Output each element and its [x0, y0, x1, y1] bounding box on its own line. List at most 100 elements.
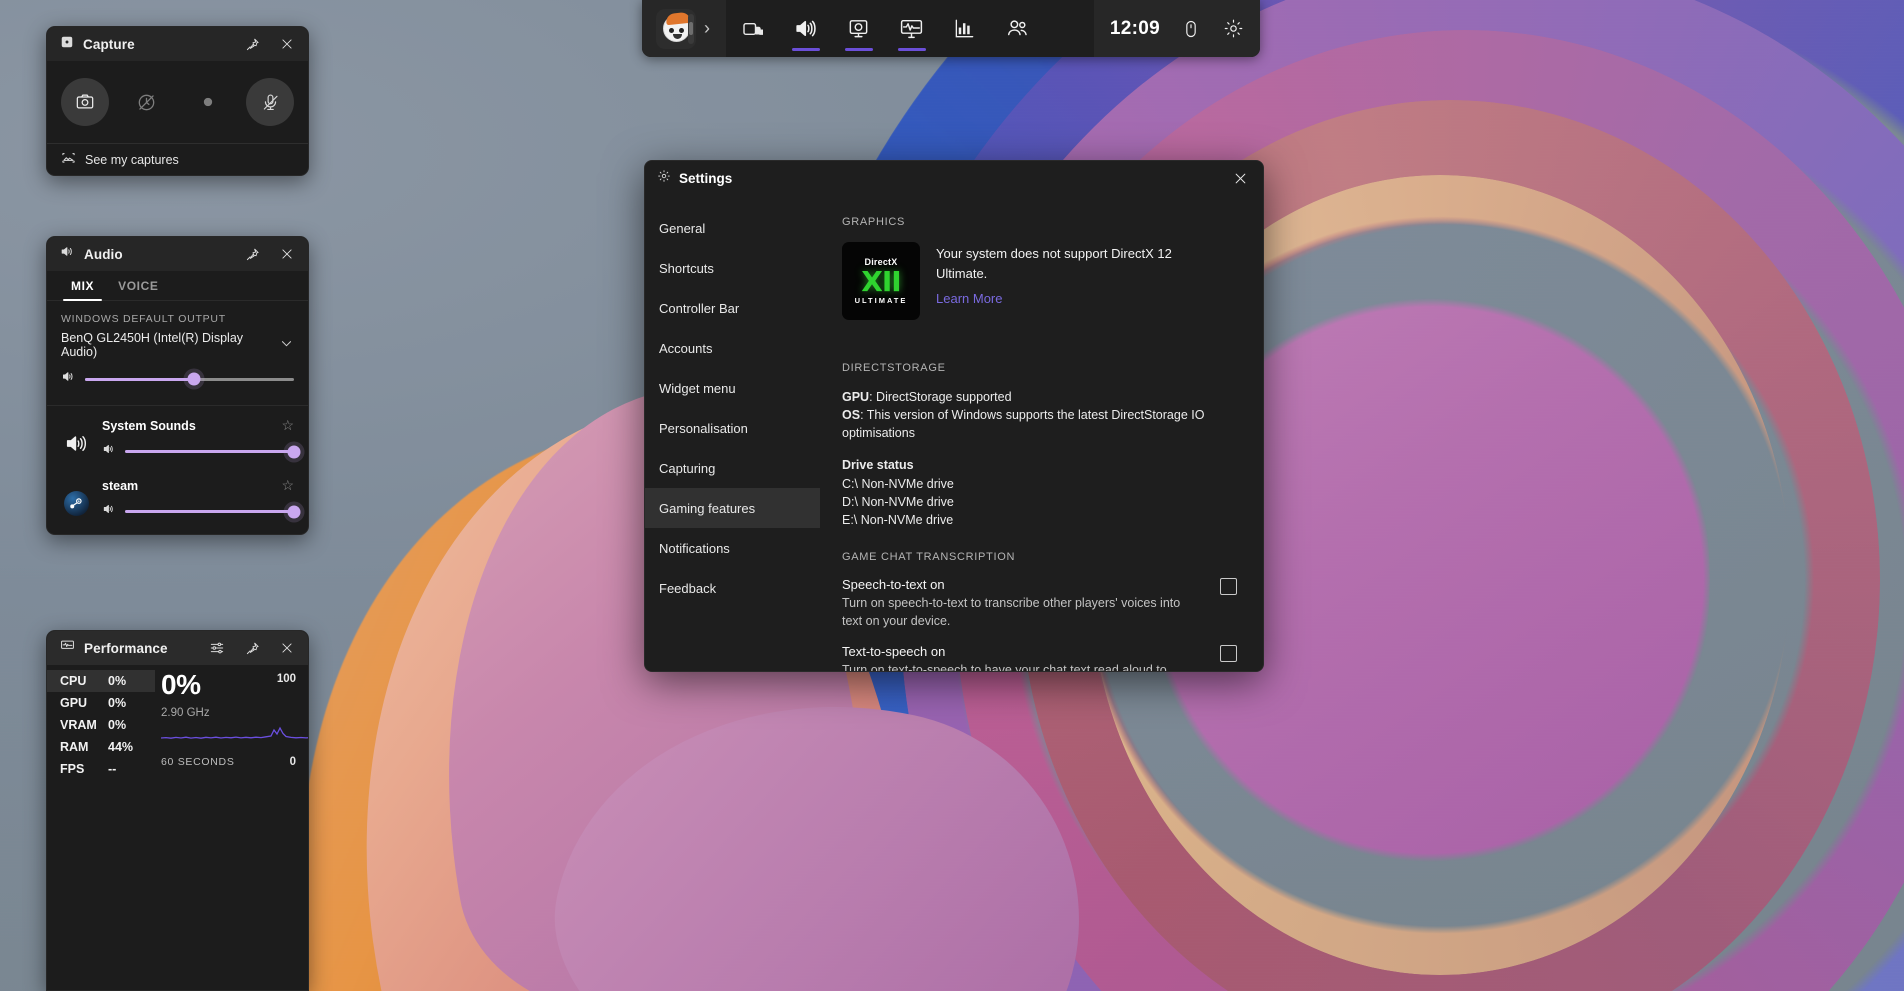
- mic-toggle-button[interactable]: [246, 78, 294, 126]
- audio-icon[interactable]: [779, 0, 832, 57]
- text-to-speech-label: Text-to-speech on: [842, 644, 1197, 659]
- audio-widget-header: Audio: [47, 237, 308, 271]
- default-output-device-value: BenQ GL2450H (Intel(R) Display Audio): [61, 331, 279, 359]
- see-my-captures-label: See my captures: [85, 153, 179, 167]
- screenshot-button[interactable]: [61, 78, 109, 126]
- pin-icon[interactable]: [239, 31, 265, 57]
- gallery-icon: [61, 151, 76, 169]
- speech-to-text-checkbox[interactable]: [1220, 578, 1237, 595]
- sidebar-item-widget-menu[interactable]: Widget menu: [645, 368, 820, 408]
- resources-icon[interactable]: [938, 0, 991, 57]
- xbox-social-icon[interactable]: [991, 0, 1044, 57]
- chart-axis-min: 0: [290, 756, 296, 768]
- audio-app-name: steam: [102, 479, 281, 493]
- directx-badge-version: XII: [861, 269, 900, 294]
- metric-vram[interactable]: VRAM 0%: [47, 714, 155, 736]
- performance-options-icon[interactable]: [204, 635, 230, 661]
- speech-to-text-description: Turn on speech-to-text to transcribe oth…: [842, 594, 1197, 630]
- pin-icon[interactable]: [239, 241, 265, 267]
- sidebar-item-accounts[interactable]: Accounts: [645, 328, 820, 368]
- widget-store-icon[interactable]: [726, 0, 779, 57]
- sidebar-item-personalisation[interactable]: Personalisation: [645, 408, 820, 448]
- capture-icon: [60, 35, 74, 54]
- record-last-30s-button[interactable]: [123, 78, 171, 126]
- audio-widget-title: Audio: [84, 247, 123, 262]
- metric-key: FPS: [60, 762, 98, 776]
- close-icon[interactable]: [274, 635, 300, 661]
- close-icon[interactable]: [1223, 164, 1257, 194]
- audio-widget: Audio MIX VOICE WINDOWS DEFAULT OUTPUT B…: [46, 236, 309, 535]
- metric-key: VRAM: [60, 718, 98, 732]
- capture-icon[interactable]: [832, 0, 885, 57]
- audio-active-indicator: [792, 48, 820, 51]
- directstorage-gpu-line: GPU: DirectStorage supported: [842, 388, 1237, 406]
- tab-mix[interactable]: MIX: [59, 271, 106, 300]
- master-volume-slider[interactable]: [85, 378, 294, 381]
- performance-chart-panel: 0% 2.90 GHz 100 60 SECONDS 0: [155, 665, 308, 780]
- sidebar-item-shortcuts[interactable]: Shortcuts: [645, 248, 820, 288]
- directx-ultimate-badge: DirectX XII ULTIMATE: [842, 242, 920, 320]
- performance-widget-header: Performance: [47, 631, 308, 665]
- performance-widget: Performance CPU 0%: [46, 630, 309, 991]
- speaker-icon: [60, 244, 75, 264]
- performance-icon[interactable]: [885, 0, 938, 57]
- metric-value: 0%: [108, 674, 126, 688]
- settings-titlebar: Settings: [645, 161, 1263, 196]
- text-to-speech-checkbox[interactable]: [1220, 645, 1237, 662]
- directstorage-os-value: This version of Windows supports the lat…: [842, 408, 1204, 440]
- cpu-usage-sparkline: [161, 700, 309, 744]
- metric-ram[interactable]: RAM 44%: [47, 736, 155, 758]
- volume-icon: [102, 442, 116, 461]
- mouse-icon[interactable]: [1170, 0, 1212, 57]
- start-recording-button[interactable]: [185, 78, 233, 126]
- avatar-badge: [688, 14, 694, 44]
- close-icon[interactable]: [274, 241, 300, 267]
- metric-cpu[interactable]: CPU 0%: [47, 670, 155, 692]
- sidebar-item-gaming-features[interactable]: Gaming features: [645, 488, 820, 528]
- performance-body: CPU 0% GPU 0% VRAM 0% RAM 44% FPS -- 0% …: [47, 665, 308, 780]
- avatar[interactable]: [656, 9, 696, 49]
- audio-tabs: MIX VOICE: [47, 271, 308, 301]
- settings-sidebar: General Shortcuts Controller Bar Account…: [645, 196, 820, 672]
- sidebar-item-controller-bar[interactable]: Controller Bar: [645, 288, 820, 328]
- pin-icon[interactable]: [239, 635, 265, 661]
- sidebar-item-general[interactable]: General: [645, 208, 820, 248]
- metric-key: RAM: [60, 740, 98, 754]
- metric-fps[interactable]: FPS --: [47, 758, 155, 780]
- sidebar-item-capturing[interactable]: Capturing: [645, 448, 820, 488]
- metric-gpu[interactable]: GPU 0%: [47, 692, 155, 714]
- steam-icon: [61, 477, 91, 521]
- volume-icon: [102, 502, 116, 521]
- settings-body: General Shortcuts Controller Bar Account…: [645, 196, 1263, 672]
- text-to-speech-setting: Text-to-speech on Turn on text-to-speech…: [842, 644, 1237, 672]
- favourite-star-icon[interactable]: ☆: [281, 417, 294, 434]
- drive-status-row: E:\ Non-NVMe drive: [842, 511, 1237, 529]
- audio-app-row: steam ☆: [47, 461, 308, 521]
- app-volume-slider[interactable]: [125, 510, 294, 513]
- close-icon[interactable]: [274, 31, 300, 57]
- game-bar-toolbar: ›: [642, 0, 1260, 57]
- sidebar-item-notifications[interactable]: Notifications: [645, 528, 820, 568]
- capture-widget-title: Capture: [83, 37, 135, 52]
- chart-axis-max: 100: [277, 673, 296, 685]
- learn-more-link[interactable]: Learn More: [936, 291, 1002, 306]
- chevron-down-icon: [279, 336, 294, 354]
- metric-value: --: [108, 762, 116, 776]
- volume-icon: [61, 369, 76, 389]
- sidebar-item-feedback[interactable]: Feedback: [645, 568, 820, 608]
- chevron-right-icon[interactable]: ›: [696, 18, 720, 39]
- default-output-device-select[interactable]: BenQ GL2450H (Intel(R) Display Audio): [47, 331, 308, 359]
- tab-voice[interactable]: VOICE: [106, 271, 170, 300]
- windows-default-output-label: WINDOWS DEFAULT OUTPUT: [47, 301, 308, 331]
- directstorage-gpu-label: GPU: [842, 390, 869, 404]
- favourite-star-icon[interactable]: ☆: [281, 477, 294, 494]
- drive-status-row: D:\ Non-NVMe drive: [842, 493, 1237, 511]
- graphics-section: DirectX XII ULTIMATE Your system does no…: [842, 242, 1237, 320]
- app-volume-slider[interactable]: [125, 450, 294, 453]
- performance-chart-footer: 60 SECONDS 0: [161, 756, 296, 768]
- metric-value: 44%: [108, 740, 133, 754]
- see-my-captures-link[interactable]: See my captures: [47, 143, 308, 176]
- directstorage-gpu-value: DirectStorage supported: [876, 390, 1012, 404]
- gear-icon[interactable]: [1212, 0, 1254, 57]
- speech-to-text-setting: Speech-to-text on Turn on speech-to-text…: [842, 577, 1237, 630]
